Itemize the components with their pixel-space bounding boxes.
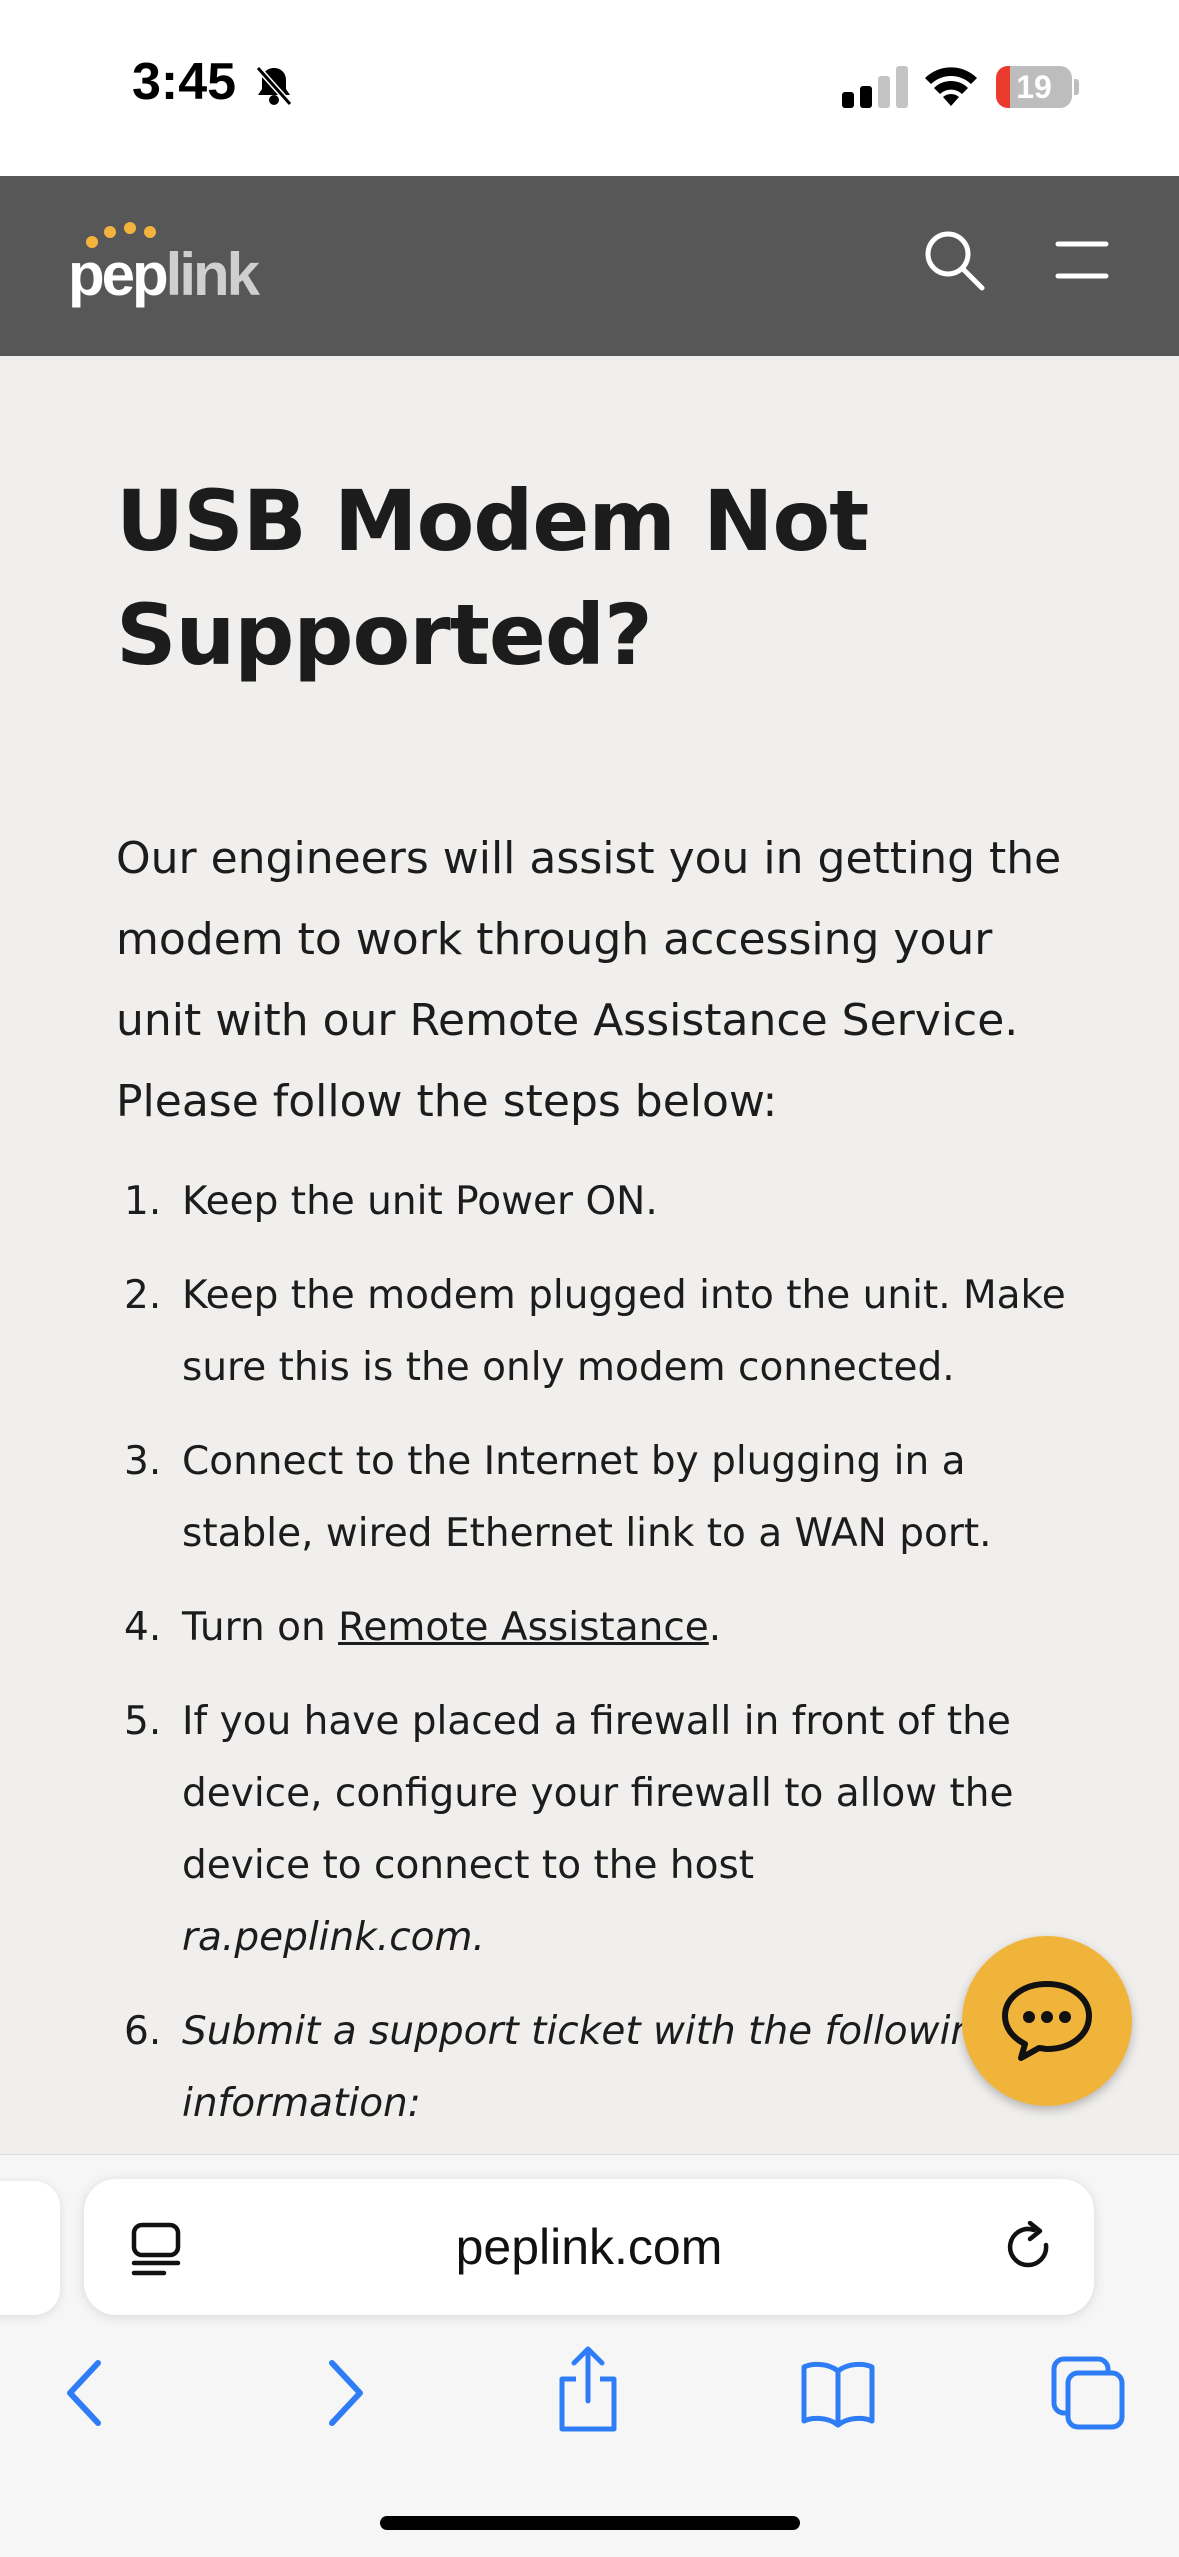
search-icon[interactable]: [922, 228, 986, 292]
remote-assistance-link[interactable]: Remote Assistance: [338, 1605, 709, 1650]
forward-icon[interactable]: [302, 2353, 382, 2433]
chat-button[interactable]: [962, 1936, 1132, 2106]
tabs-icon[interactable]: [1048, 2353, 1128, 2433]
page-title: USB Modem Not Supported?: [116, 472, 869, 684]
host-name: ra.peplink.com.: [182, 1915, 485, 1960]
share-icon[interactable]: [548, 2345, 628, 2433]
steps-list: 1. Keep the unit Power ON. 2. Keep the m…: [116, 1166, 1066, 2162]
list-item: 3. Connect to the Internet by plugging i…: [116, 1426, 1066, 1570]
bell-slash-icon: [255, 66, 293, 106]
previous-tab-card[interactable]: [0, 2181, 60, 2315]
bookmarks-icon[interactable]: [798, 2353, 878, 2433]
battery-level: 19: [1016, 69, 1052, 105]
hamburger-menu-icon[interactable]: [1054, 236, 1110, 284]
status-time: 3:45: [132, 53, 237, 111]
peplink-logo[interactable]: peplink: [68, 220, 260, 310]
chat-bubble-icon: [1002, 1981, 1092, 2061]
home-indicator[interactable]: [380, 2516, 800, 2530]
step-text: Keep the modem plugged into the unit. Ma…: [182, 1273, 1066, 1390]
step-text: Connect to the Internet by plugging in a…: [182, 1439, 992, 1556]
address-bar[interactable]: peplink.com: [84, 2179, 1094, 2315]
browser-toolbar: peplink.com: [0, 2154, 1179, 2557]
list-item: 5. If you have placed a firewall in fron…: [116, 1686, 1066, 1974]
logo-main: pep: [68, 241, 169, 308]
step-text: Submit a support ticket with the followi…: [182, 2009, 1000, 2126]
logo-wordmark: peplink: [68, 240, 260, 310]
step-text: If you have placed a firewall in front o…: [182, 1699, 1014, 1888]
back-icon[interactable]: [48, 2353, 128, 2433]
status-bar: 3:45 19: [0, 0, 1179, 176]
site-header: peplink: [0, 176, 1179, 356]
step-number: 6.: [124, 2009, 162, 2054]
step-text-suffix: .: [708, 1605, 722, 1650]
step-text-prefix: Turn on: [182, 1605, 339, 1650]
url-text: peplink.com: [455, 2219, 723, 2275]
intro-paragraph: Our engineers will assist you in getting…: [116, 833, 1062, 1127]
step-number: 4.: [124, 1605, 162, 1650]
wifi-icon: [925, 67, 977, 106]
list-item: 4. Turn on Remote Assistance.: [116, 1592, 1066, 1664]
cellular-signal-icon: [842, 66, 908, 108]
step-text: Keep the unit Power ON.: [182, 1179, 658, 1224]
list-item: 6. Submit a support ticket with the foll…: [116, 1996, 1066, 2140]
step-number: 3.: [124, 1439, 162, 1484]
battery-icon: 19: [996, 66, 1079, 108]
list-item: 1. Keep the unit Power ON.: [116, 1166, 1066, 1238]
list-item: 2. Keep the modem plugged into the unit.…: [116, 1260, 1066, 1404]
reload-icon[interactable]: [1002, 2221, 1056, 2275]
step-number: 1.: [124, 1179, 162, 1224]
step-number: 2.: [124, 1273, 162, 1318]
step-number: 5.: [124, 1699, 162, 1744]
logo-accent: link: [165, 241, 260, 308]
